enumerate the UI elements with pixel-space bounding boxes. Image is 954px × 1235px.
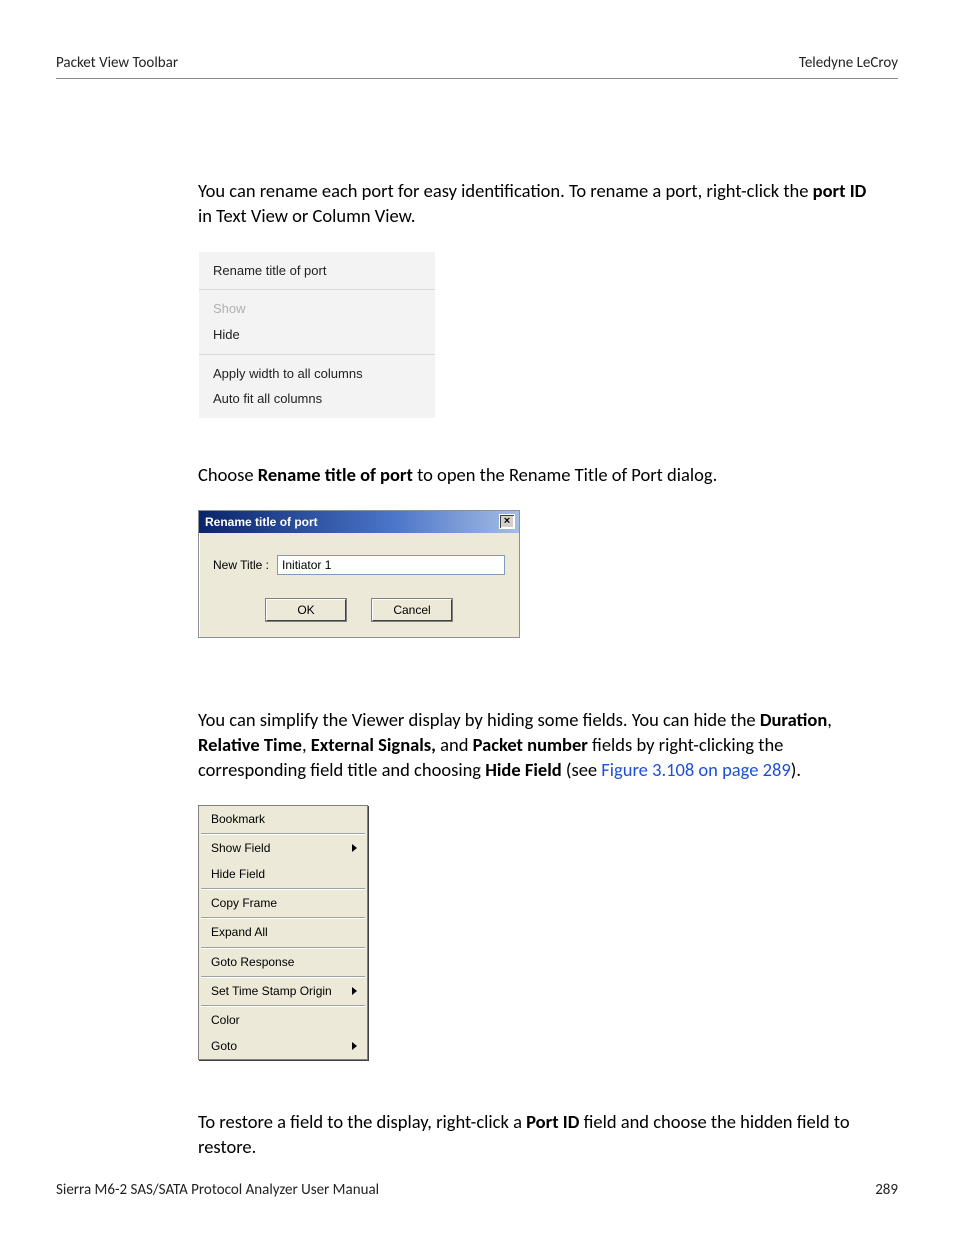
page-footer: Sierra M6-2 SAS/SATA Protocol Analyzer U… xyxy=(56,1181,898,1199)
menu-item-rename-title[interactable]: Rename title of port xyxy=(199,258,435,284)
text: Choose xyxy=(198,463,258,486)
footer-left: Sierra M6-2 SAS/SATA Protocol Analyzer U… xyxy=(56,1181,379,1199)
text-bold: Duration xyxy=(760,708,827,731)
menu-item-color[interactable]: Color xyxy=(199,1007,367,1033)
menu-label: Color xyxy=(211,1012,240,1028)
text: in Text View or Column View. xyxy=(198,204,415,227)
paragraph-restore-field: To restore a field to the display, right… xyxy=(198,1110,878,1160)
ok-button[interactable]: OK xyxy=(266,599,346,621)
page: Packet View Toolbar Teledyne LeCroy You … xyxy=(0,0,954,1235)
paragraph-rename-choose: Choose Rename title of port to open the … xyxy=(198,463,878,488)
menu-item-set-time-stamp-origin[interactable]: Set Time Stamp Origin xyxy=(199,978,367,1004)
text-bold: Packet number xyxy=(473,733,588,756)
menu-item-hide-field[interactable]: Hide Field xyxy=(199,861,367,887)
rename-dialog: Rename title of port × New Title : OK Ca… xyxy=(198,510,520,638)
header-right: Teledyne LeCroy xyxy=(799,54,898,72)
text: ). xyxy=(791,758,801,781)
dialog-body: New Title : OK Cancel xyxy=(199,533,519,637)
context-menu-port: Rename title of port Show Hide Apply wid… xyxy=(198,251,436,419)
menu-label: Copy Frame xyxy=(211,895,277,911)
text: You can simplify the Viewer display by h… xyxy=(198,708,760,731)
menu-separator xyxy=(201,976,365,977)
menu-label: Set Time Stamp Origin xyxy=(211,983,332,999)
menu-label: Expand All xyxy=(211,924,268,940)
paragraph-rename-intro: You can rename each port for easy identi… xyxy=(198,179,878,229)
text: To restore a field to the display, right… xyxy=(198,1110,526,1133)
menu-item-apply-width[interactable]: Apply width to all columns xyxy=(199,361,435,387)
paragraph-hide-fields: You can simplify the Viewer display by h… xyxy=(198,708,878,783)
new-title-input[interactable] xyxy=(277,555,505,575)
footer-right: 289 xyxy=(875,1181,898,1199)
menu-item-copy-frame[interactable]: Copy Frame xyxy=(199,890,367,916)
context-menu-field: Bookmark Show Field Hide Field Copy Fram… xyxy=(198,805,368,1061)
menu-separator xyxy=(201,888,365,889)
text: You can rename each port for easy identi… xyxy=(198,179,813,202)
menu-separator xyxy=(201,1005,365,1006)
text-bold: Relative Time xyxy=(198,733,302,756)
text: and xyxy=(436,733,473,756)
text: to open the Rename Title of Port dialog. xyxy=(413,463,717,486)
page-header: Packet View Toolbar Teledyne LeCroy xyxy=(56,54,898,79)
text: (see xyxy=(562,758,602,781)
cancel-button[interactable]: Cancel xyxy=(372,599,452,621)
dialog-titlebar: Rename title of port × xyxy=(199,511,519,533)
menu-item-expand-all[interactable]: Expand All xyxy=(199,919,367,945)
text: , xyxy=(827,708,832,731)
dialog-title-text: Rename title of port xyxy=(205,514,318,530)
menu-label: Goto Response xyxy=(211,954,294,970)
text-bold: port ID xyxy=(813,179,867,202)
new-title-label: New Title : xyxy=(213,557,269,573)
menu-separator xyxy=(201,917,365,918)
chevron-right-icon xyxy=(352,844,357,852)
menu-item-goto[interactable]: Goto xyxy=(199,1033,367,1059)
menu-item-show: Show xyxy=(199,296,435,322)
text-bold: Hide Field xyxy=(485,758,561,781)
menu-item-hide[interactable]: Hide xyxy=(199,322,435,348)
figure-link[interactable]: Figure 3.108 on page 289 xyxy=(601,758,790,781)
menu-label: Show Field xyxy=(211,840,270,856)
chevron-right-icon xyxy=(352,987,357,995)
menu-item-goto-response[interactable]: Goto Response xyxy=(199,949,367,975)
menu-separator xyxy=(201,833,365,834)
menu-label: Hide Field xyxy=(211,866,265,882)
chevron-right-icon xyxy=(352,1042,357,1050)
text-bold: External Signals, xyxy=(311,733,436,756)
close-icon[interactable]: × xyxy=(499,514,515,529)
menu-item-auto-fit[interactable]: Auto fit all columns xyxy=(199,386,435,412)
text-bold: Port ID xyxy=(526,1110,579,1133)
menu-separator xyxy=(201,947,365,948)
text-bold: Rename title of port xyxy=(258,463,413,486)
header-left: Packet View Toolbar xyxy=(56,54,178,72)
menu-label: Goto xyxy=(211,1038,237,1054)
menu-item-bookmark[interactable]: Bookmark xyxy=(199,806,367,832)
menu-label: Bookmark xyxy=(211,811,265,827)
menu-item-show-field[interactable]: Show Field xyxy=(199,835,367,861)
text: , xyxy=(302,733,311,756)
content: You can rename each port for easy identi… xyxy=(198,179,878,1160)
